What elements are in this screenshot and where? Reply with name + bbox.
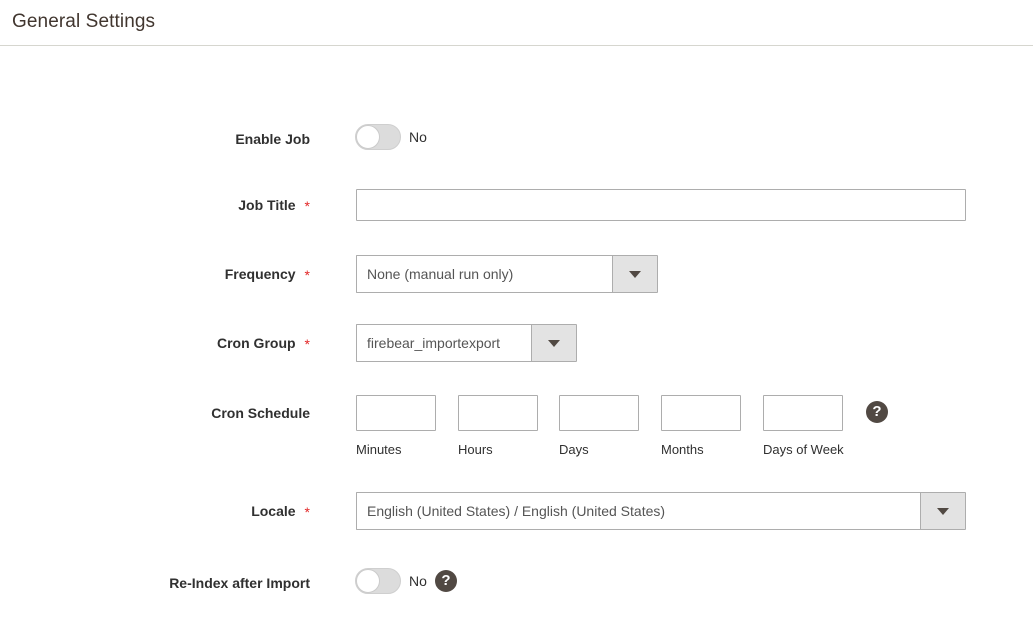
chevron-down-icon bbox=[548, 339, 560, 347]
frequency-select[interactable]: None (manual run only) bbox=[356, 255, 658, 293]
reindex-toggle-state: No bbox=[409, 573, 427, 589]
reindex-label: Re-Index after Import bbox=[0, 574, 310, 592]
required-indicator: * bbox=[304, 267, 310, 283]
toggle-knob bbox=[356, 569, 380, 593]
cron-group-select-button[interactable] bbox=[531, 324, 577, 362]
cron-minutes-input[interactable] bbox=[356, 395, 436, 431]
enable-job-label-text: Enable Job bbox=[235, 131, 310, 147]
cron-hours-input[interactable] bbox=[458, 395, 538, 431]
required-indicator: * bbox=[304, 198, 310, 214]
cron-months-sublabel: Months bbox=[661, 442, 704, 457]
job-title-label-text: Job Title bbox=[238, 197, 296, 213]
locale-label: Locale * bbox=[0, 502, 310, 520]
job-title-input[interactable] bbox=[356, 189, 966, 221]
cron-group-label: Cron Group * bbox=[0, 334, 310, 352]
cron-months-input[interactable] bbox=[661, 395, 741, 431]
cron-minutes-sublabel: Minutes bbox=[356, 442, 402, 457]
locale-select[interactable]: English (United States) / English (Unite… bbox=[356, 492, 966, 530]
frequency-select-value: None (manual run only) bbox=[356, 255, 612, 293]
cron-group-label-text: Cron Group bbox=[217, 335, 296, 351]
enable-job-toggle[interactable] bbox=[355, 124, 401, 150]
cron-hours-sublabel: Hours bbox=[458, 442, 493, 457]
cron-schedule-label-text: Cron Schedule bbox=[211, 405, 310, 421]
frequency-label-text: Frequency bbox=[224, 266, 296, 282]
enable-job-label: Enable Job bbox=[0, 130, 310, 148]
required-indicator: * bbox=[304, 336, 310, 352]
locale-label-text: Locale bbox=[251, 503, 296, 519]
cron-days-input[interactable] bbox=[559, 395, 639, 431]
reindex-label-text: Re-Index after Import bbox=[169, 575, 310, 591]
cron-group-select-value: firebear_importexport bbox=[356, 324, 531, 362]
reindex-toggle[interactable] bbox=[355, 568, 401, 594]
cron-days-sublabel: Days bbox=[559, 442, 589, 457]
cron-days-of-week-input[interactable] bbox=[763, 395, 843, 431]
required-indicator: * bbox=[304, 504, 310, 520]
cron-schedule-label: Cron Schedule bbox=[0, 404, 310, 422]
locale-select-value: English (United States) / English (Unite… bbox=[356, 492, 920, 530]
locale-select-button[interactable] bbox=[920, 492, 966, 530]
toggle-knob bbox=[356, 125, 380, 149]
cron-schedule-help-icon[interactable]: ? bbox=[866, 401, 888, 423]
enable-job-toggle-state: No bbox=[409, 129, 427, 145]
job-title-label: Job Title * bbox=[0, 196, 310, 214]
chevron-down-icon bbox=[629, 270, 641, 278]
cron-days-of-week-sublabel: Days of Week bbox=[763, 442, 844, 457]
frequency-select-button[interactable] bbox=[612, 255, 658, 293]
section-header: General Settings bbox=[0, 0, 1033, 46]
chevron-down-icon bbox=[937, 507, 949, 515]
page-title: General Settings bbox=[12, 11, 156, 32]
frequency-label: Frequency * bbox=[0, 265, 310, 283]
reindex-help-icon[interactable]: ? bbox=[435, 570, 457, 592]
cron-group-select[interactable]: firebear_importexport bbox=[356, 324, 577, 362]
